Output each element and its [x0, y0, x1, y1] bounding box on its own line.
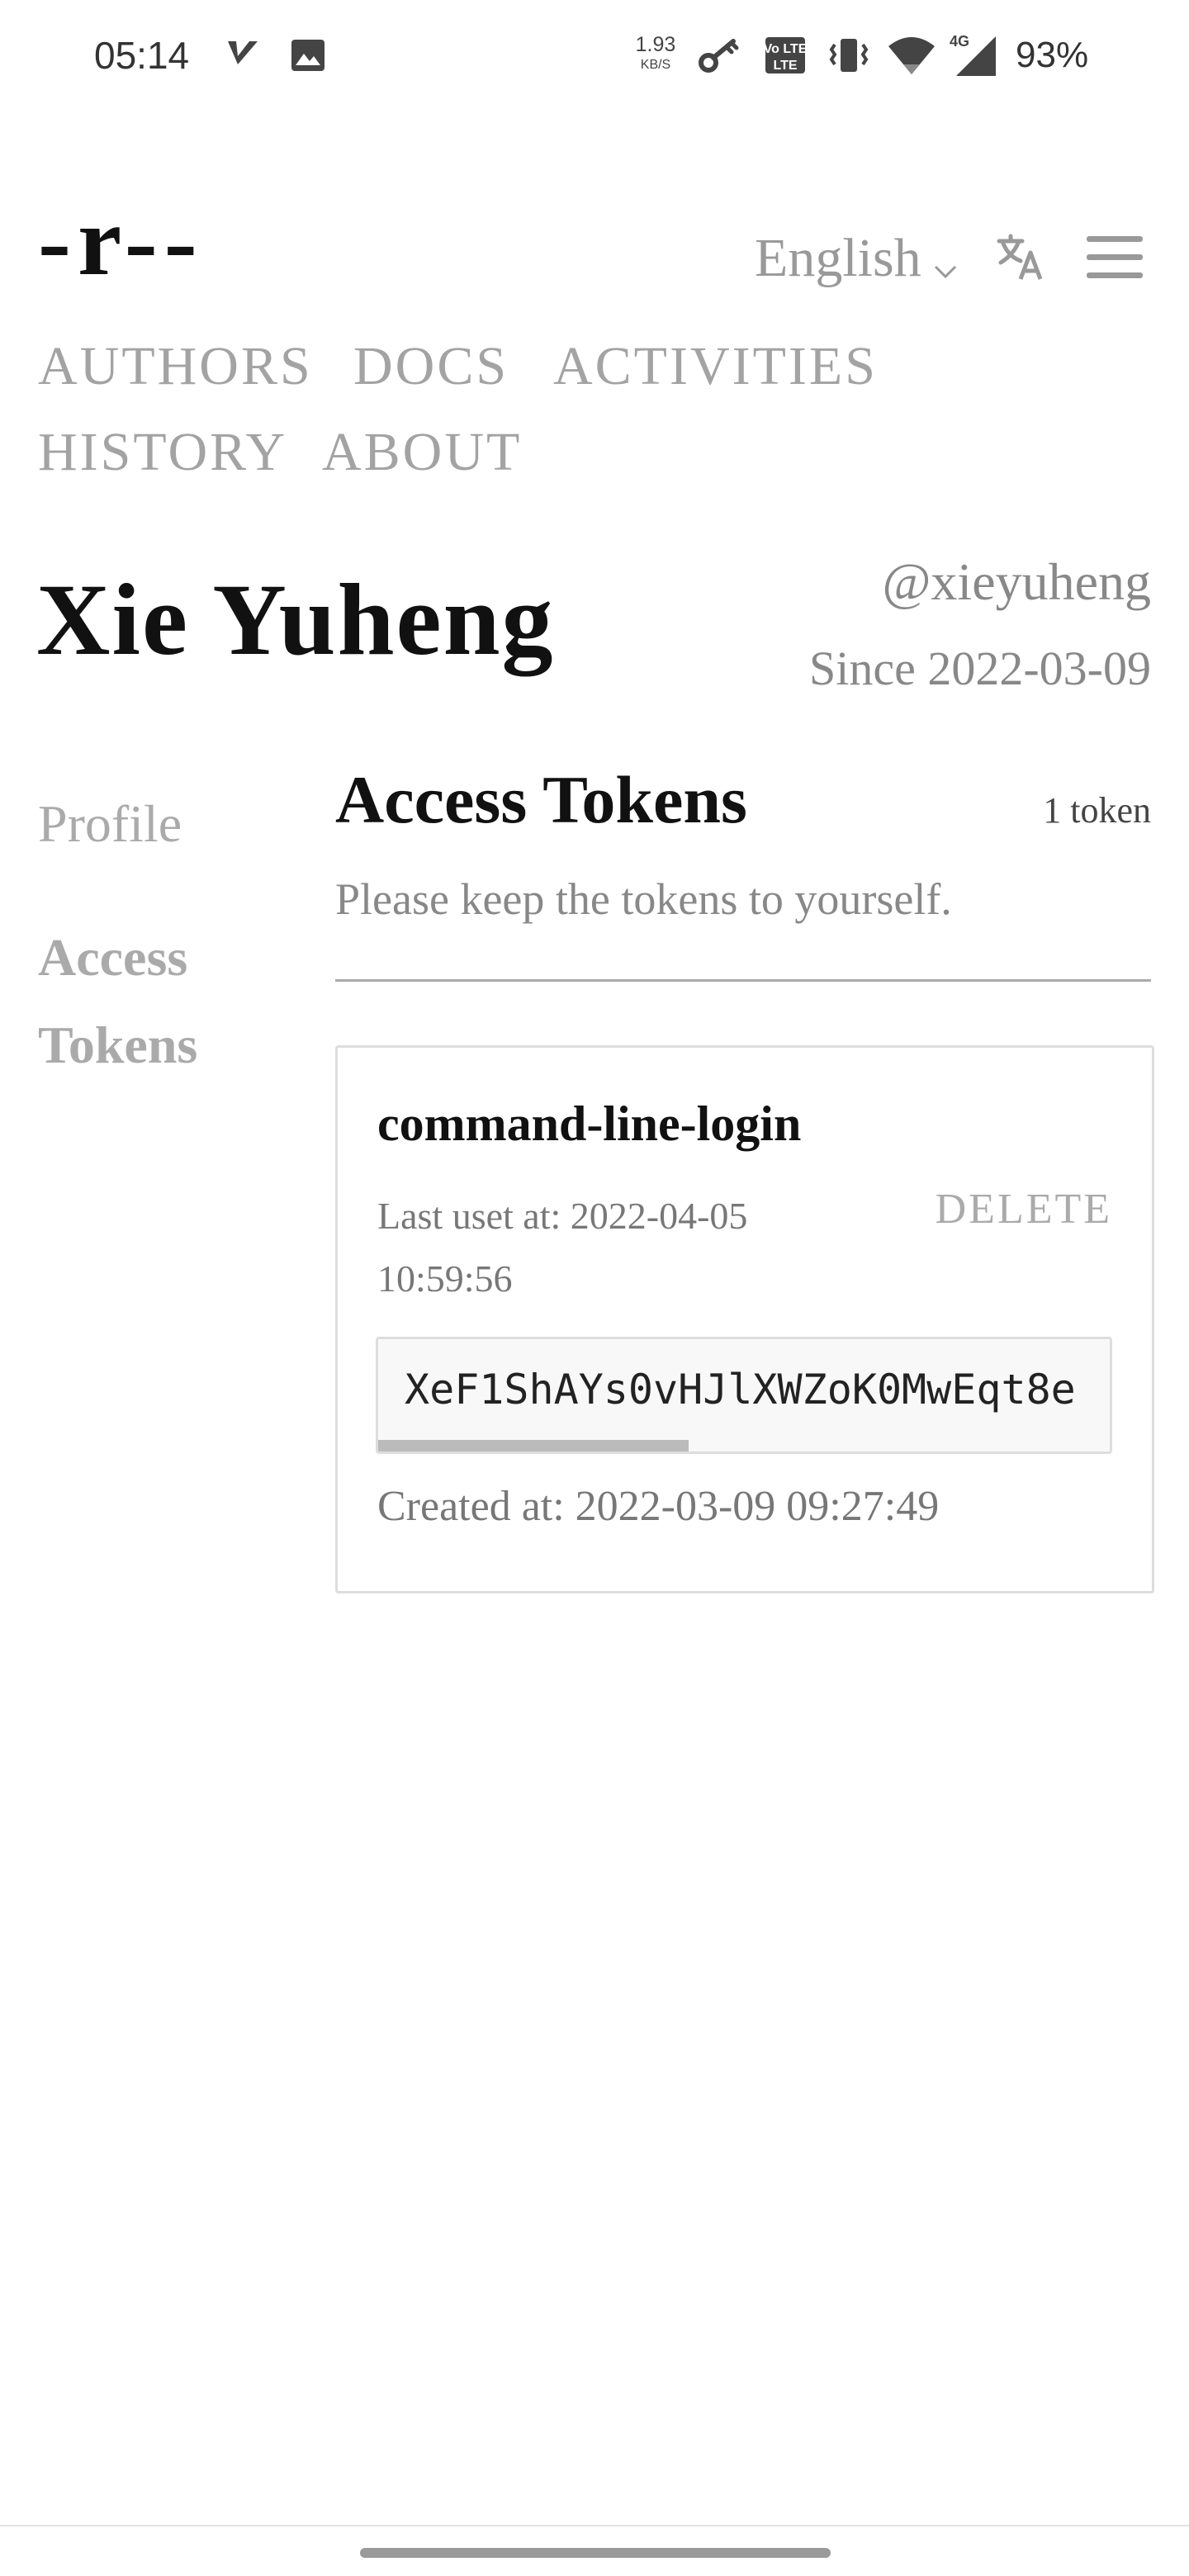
side-menu-access-tokens[interactable]: Access Tokens [38, 914, 302, 1089]
wifi-icon [887, 36, 936, 80]
nav-item-docs[interactable]: DOCS [353, 335, 509, 398]
svg-text:LTE: LTE [773, 59, 797, 73]
user-name: Xie Yuheng [36, 563, 555, 676]
nav-item-activities[interactable]: ACTIVITIES [553, 335, 878, 398]
user-handle: @xieyuheng [882, 552, 1151, 611]
site-logo[interactable]: -r-- [38, 192, 204, 291]
v-notification-icon [226, 38, 259, 72]
key-icon [699, 38, 741, 78]
nav-item-history[interactable]: HISTORY [38, 421, 287, 484]
token-created-at: Created at: 2022-03-09 09:27:49 [377, 1483, 940, 1530]
network-speed-value: 1.93 [635, 33, 676, 56]
token-last-used: Last uset at: 2022-04-05 10:59:56 [377, 1195, 748, 1300]
token-name: command-line-login [377, 1096, 802, 1151]
network-speed: 1.93 KB/S [631, 35, 680, 72]
side-menu-profile[interactable]: Profile [38, 780, 302, 868]
token-card: command-line-login Last uset at: 2022-04… [335, 1045, 1154, 1593]
language-select[interactable]: English [755, 223, 958, 294]
user-since-date: Since 2022-03-09 [809, 642, 1151, 695]
image-icon [291, 39, 325, 76]
vibrate-icon [827, 36, 870, 78]
token-value-scrollbar[interactable] [378, 1440, 689, 1451]
section-divider [335, 979, 1151, 982]
token-value[interactable]: XeF1ShAYs0vHJlXWZoK0MwEqt8e [405, 1366, 1076, 1413]
volte-icon: Vo LTE LTE [764, 36, 808, 78]
network-speed-unit: KB/S [640, 58, 671, 72]
network-type: 4G [950, 33, 969, 50]
battery-percent: 93% [1016, 35, 1089, 75]
language-label: English [755, 228, 921, 288]
chevron-down-icon [933, 231, 958, 294]
section-hint: Please keep the tokens to yourself. [335, 874, 952, 924]
translate-icon[interactable] [996, 233, 1045, 286]
status-bar: 05:14 1.93 KB/S Vo LTE LTE 4G 93% [0, 0, 1189, 116]
nav-item-authors[interactable]: AUTHORS [38, 335, 313, 398]
token-count: 1 token [1043, 790, 1151, 831]
bottom-divider [0, 2525, 1189, 2526]
section-title: Access Tokens [335, 762, 747, 837]
volte-label: Vo LTE [765, 42, 806, 56]
home-indicator[interactable] [360, 2548, 831, 2558]
nav-item-about[interactable]: ABOUT [322, 421, 522, 484]
delete-token-button[interactable]: DELETE [936, 1185, 1112, 1234]
signal-icon: 4G [946, 33, 999, 82]
status-time: 05:14 [94, 34, 190, 77]
menu-icon[interactable] [1085, 233, 1144, 286]
token-value-field[interactable]: XeF1ShAYs0vHJlXWZoK0MwEqt8e [376, 1337, 1112, 1454]
